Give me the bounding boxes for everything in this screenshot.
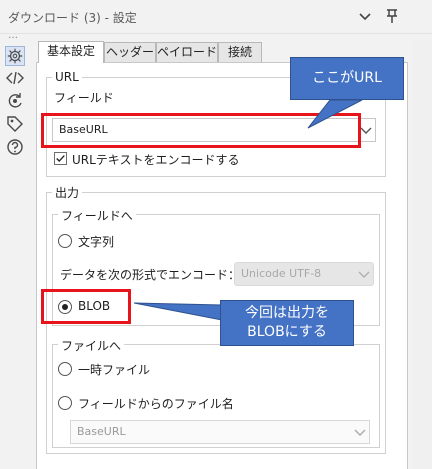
radio-string[interactable]	[58, 234, 72, 248]
filename-field-value: BaseURL	[77, 425, 126, 438]
tag-icon[interactable]	[5, 114, 25, 134]
tab-connection[interactable]: 接続	[218, 42, 262, 63]
output-group-title: 出力	[52, 184, 83, 201]
blob-callout-line2: BLOBにする	[247, 324, 327, 340]
scrollbar[interactable]	[412, 40, 432, 469]
to-field-title: フィールドへ	[58, 207, 136, 224]
radio-temp-file-label: 一時ファイル	[78, 363, 151, 377]
code-icon[interactable]	[5, 68, 25, 88]
chevron-down-icon[interactable]	[357, 6, 373, 26]
chevron-down-icon	[358, 271, 370, 278]
field-label: フィールド	[54, 91, 114, 105]
tab-basic-settings[interactable]: 基本設定	[38, 41, 104, 63]
radio-filename-label: フィールドからのファイル名	[78, 397, 234, 411]
url-group-title: URL	[52, 70, 82, 84]
encode-format-value: Unicode UTF-8	[241, 267, 322, 280]
checkmark-icon	[56, 155, 65, 163]
pin-icon[interactable]	[384, 6, 400, 26]
help-icon[interactable]	[5, 137, 25, 157]
tab-headers[interactable]: ヘッダー	[104, 42, 156, 63]
gear-icon[interactable]	[5, 46, 25, 66]
radio-string-label: 文字列	[78, 235, 115, 249]
url-callout: ここがURL	[290, 57, 404, 100]
encode-url-checkbox[interactable]	[54, 152, 67, 165]
blob-callout-line1: 今回は出力を	[245, 305, 329, 321]
blob-callout: 今回は出力を BLOBにする	[220, 300, 354, 346]
title-bar: ダウンロード (3) - 設定	[0, 0, 432, 34]
encode-format-select[interactable]: Unicode UTF-8	[234, 262, 374, 286]
filename-field-select[interactable]: BaseURL	[70, 420, 370, 444]
url-highlight-box	[41, 113, 361, 148]
to-file-title: ファイルへ	[58, 337, 125, 354]
blob-highlight-box	[41, 289, 131, 324]
refresh-icon[interactable]	[5, 91, 25, 111]
encode-format-label: データを次の形式でエンコード：	[60, 268, 241, 282]
window-title: ダウンロード (3) - 設定	[8, 11, 137, 25]
icon-rail	[0, 40, 30, 469]
encode-url-label: URLテキストをエンコードする	[72, 153, 240, 167]
radio-filename-from-field[interactable]	[58, 396, 72, 410]
tab-payload[interactable]: ペイロード	[156, 42, 218, 63]
radio-temp-file[interactable]	[58, 362, 72, 376]
chevron-down-icon	[354, 429, 366, 436]
